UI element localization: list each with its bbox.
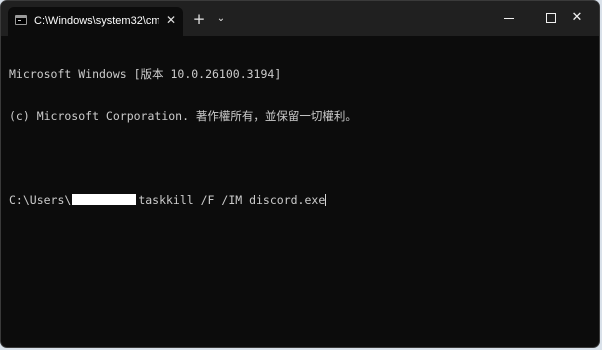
tab-title: C:\Windows\system32\cmd.ex xyxy=(34,15,159,27)
chevron-down-icon[interactable]: ⌄ xyxy=(212,10,230,28)
tab-cmd[interactable]: C:\Windows\system32\cmd.ex ✕ xyxy=(8,7,183,36)
console-output[interactable]: Microsoft Windows [版本 10.0.26100.3194] (… xyxy=(9,39,591,235)
console-prompt-line[interactable]: C:\Users\ taskkill /F /IM discord.exe xyxy=(9,193,591,207)
tab-close-icon[interactable]: ✕ xyxy=(163,12,179,28)
new-tab-button[interactable]: + xyxy=(189,10,209,28)
terminal-window: C:\Windows\system32\cmd.ex ✕ + ⌄ ✕ Micro… xyxy=(0,0,600,348)
command-text: taskkill /F /IM discord.exe xyxy=(138,193,326,207)
console-line-copyright: (c) Microsoft Corporation. 著作權所有，並保留一切權利… xyxy=(9,109,357,123)
text-caret xyxy=(325,194,327,206)
close-button[interactable]: ✕ xyxy=(554,1,599,36)
minimize-icon xyxy=(504,18,514,19)
title-bar[interactable]: C:\Windows\system32\cmd.ex ✕ + ⌄ ✕ xyxy=(1,1,599,36)
close-icon: ✕ xyxy=(571,10,583,25)
cmd-icon xyxy=(15,15,27,25)
prompt-prefix: C:\Users\ xyxy=(9,193,72,207)
redacted-username xyxy=(72,194,137,205)
console-line-version: Microsoft Windows [版本 10.0.26100.3194] xyxy=(9,67,282,81)
minimize-button[interactable] xyxy=(486,1,532,36)
